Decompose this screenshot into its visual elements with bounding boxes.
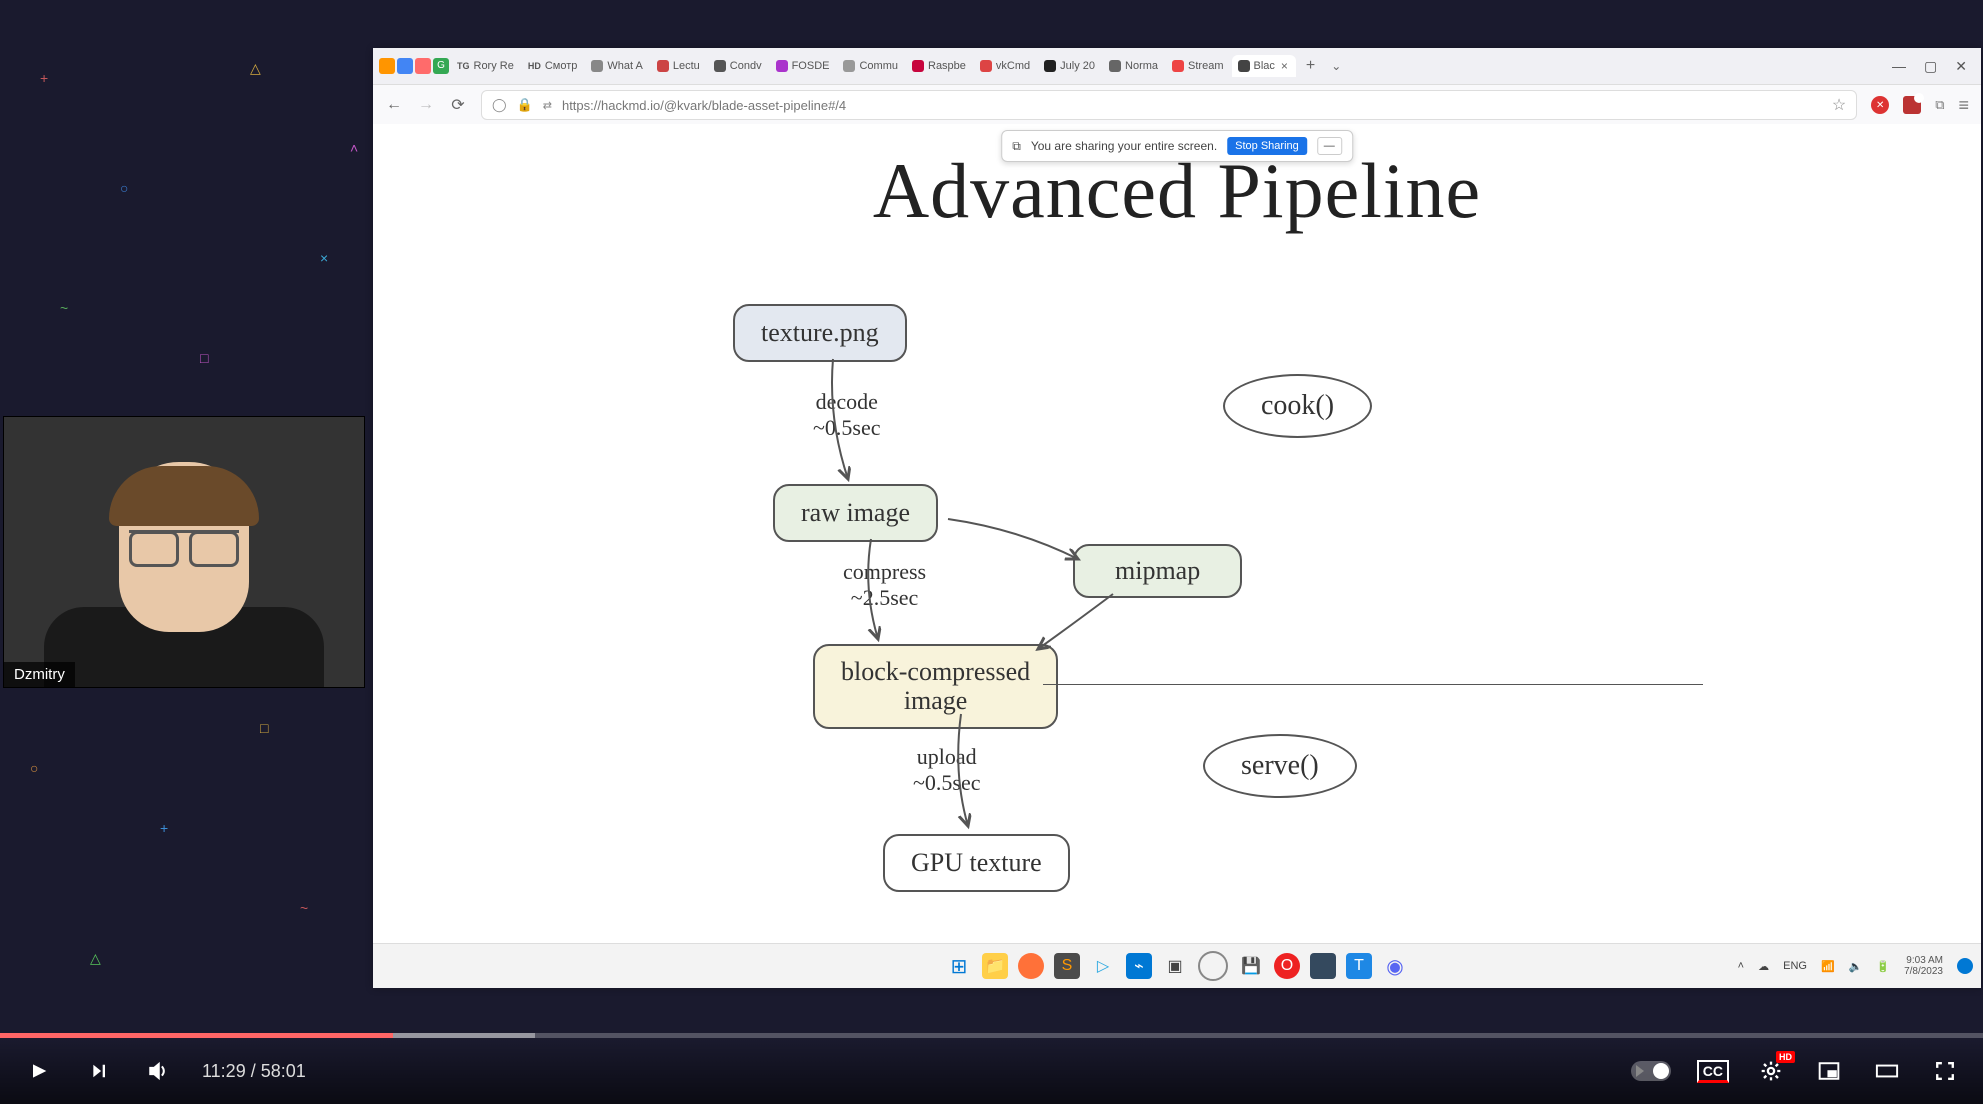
presenter-name: Dzmitry: [4, 662, 75, 687]
blocker-icon[interactable]: ✕: [1871, 96, 1889, 114]
browser-tab[interactable]: Condv: [708, 56, 768, 76]
tab-overflow-icon[interactable]: ⌄: [1325, 55, 1347, 77]
screen-share-banner: ⧉ You are sharing your entire screen. St…: [1001, 130, 1353, 162]
tray-clock[interactable]: 9:03 AM 7/8/2023: [1904, 955, 1943, 977]
minimize-window-icon[interactable]: —: [1892, 58, 1906, 75]
diagram-node-gpu: GPU texture: [883, 834, 1070, 892]
close-tab-icon[interactable]: ×: [1279, 59, 1290, 73]
tray-notification-icon[interactable]: [1957, 958, 1973, 974]
share-screen-icon: ⧉: [1012, 139, 1021, 154]
video-time: 11:29 / 58:01: [202, 1061, 306, 1082]
start-icon[interactable]: ⊞: [946, 953, 972, 979]
tray-chevron-icon[interactable]: ˄: [1738, 960, 1744, 972]
minimize-share-button[interactable]: —: [1317, 137, 1342, 155]
url-text: https://hackmd.io/@kvark/blade-asset-pip…: [562, 98, 1822, 113]
settings-button[interactable]: HD: [1755, 1055, 1787, 1087]
firefox-taskbar-icon[interactable]: [1018, 953, 1044, 979]
theater-button[interactable]: [1871, 1055, 1903, 1087]
browser-tab-strip: G TGRory Re HDСмотр What A Lectu Condv F…: [373, 48, 1981, 85]
diagram-node-cook: cook(): [1223, 374, 1372, 438]
hd-badge: HD: [1776, 1051, 1795, 1063]
autoplay-toggle[interactable]: [1631, 1061, 1671, 1081]
arrow-icon: [823, 359, 863, 489]
browser-toolbar: ← → ⟳ ◯ 🔒 ⇄ https://hackmd.io/@kvark/bla…: [373, 85, 1981, 126]
shared-screen: G TGRory Re HDСмотр What A Lectu Condv F…: [373, 48, 1981, 988]
shield-icon[interactable]: ◯: [492, 97, 507, 113]
browser-tab[interactable]: HDСмотр: [522, 56, 584, 76]
tray-cloud-icon[interactable]: ☁: [1758, 960, 1769, 973]
share-text: You are sharing your entire screen.: [1031, 139, 1217, 153]
new-tab-button[interactable]: +: [1298, 53, 1323, 79]
firefox-icon: [379, 58, 395, 74]
miniplayer-button[interactable]: [1813, 1055, 1845, 1087]
browser-tab[interactable]: Lectu: [651, 56, 706, 76]
windows-taskbar: ⊞ 📁 S ▷ ⌁ ▣ 💾 O T ◉ ˄ ☁ ENG 📶 🔈 🔋: [373, 943, 1981, 988]
tray-lang[interactable]: ENG: [1783, 960, 1807, 972]
close-window-icon[interactable]: ✕: [1955, 58, 1967, 75]
volume-button[interactable]: [142, 1055, 174, 1087]
explorer-icon[interactable]: 📁: [982, 953, 1008, 979]
tray-wifi-icon[interactable]: 📶: [1821, 960, 1835, 973]
video-controls: 11:29 / 58:01 CC HD: [0, 1038, 1983, 1104]
browser-tab[interactable]: FOSDE: [770, 56, 836, 76]
permissions-icon[interactable]: ⇄: [543, 99, 552, 112]
bookmark-star-icon[interactable]: ☆: [1832, 95, 1846, 115]
fullscreen-button[interactable]: [1929, 1055, 1961, 1087]
browser-tab[interactable]: What A: [585, 56, 648, 76]
ublock-icon[interactable]: [1903, 96, 1921, 114]
reload-icon[interactable]: ⟳: [449, 95, 467, 115]
extensions-icon[interactable]: ⧉: [1935, 97, 1944, 113]
stop-sharing-button[interactable]: Stop Sharing: [1227, 137, 1307, 155]
browser-tab[interactable]: July 20: [1038, 56, 1101, 76]
next-button[interactable]: [82, 1055, 114, 1087]
diagram-separator: [1043, 684, 1703, 685]
arrow-icon: [953, 714, 993, 834]
app-icon[interactable]: T: [1346, 953, 1372, 979]
back-icon[interactable]: ←: [385, 96, 403, 114]
diagram-node-serve: serve(): [1203, 734, 1357, 798]
browser-tab[interactable]: vkCmd: [974, 56, 1036, 76]
play-icon[interactable]: ▷: [1090, 953, 1116, 979]
presentation-slide: Advanced Pipeline texture.png raw image …: [373, 124, 1981, 988]
play-button[interactable]: [22, 1055, 54, 1087]
maximize-window-icon[interactable]: ▢: [1924, 58, 1937, 75]
sublime-icon[interactable]: S: [1054, 953, 1080, 979]
pipeline-diagram: texture.png raw image mipmap block-compr…: [703, 294, 1703, 954]
terminal-icon[interactable]: ▣: [1162, 953, 1188, 979]
discord-icon[interactable]: ◉: [1382, 953, 1408, 979]
app-icon[interactable]: [1310, 953, 1336, 979]
chrome-icon[interactable]: [1198, 951, 1228, 981]
opera-icon[interactable]: O: [1274, 953, 1300, 979]
forward-icon[interactable]: →: [417, 96, 435, 114]
app-icon: G: [433, 58, 449, 74]
captions-button[interactable]: CC: [1697, 1060, 1729, 1083]
app-icon: [415, 58, 431, 74]
arrow-icon: [1033, 594, 1133, 664]
lock-icon[interactable]: 🔒: [517, 97, 533, 113]
browser-tab[interactable]: Stream: [1166, 56, 1229, 76]
save-icon[interactable]: 💾: [1238, 953, 1264, 979]
app-icon: [397, 58, 413, 74]
browser-tab[interactable]: TGRory Re: [451, 56, 520, 76]
url-field[interactable]: ◯ 🔒 ⇄ https://hackmd.io/@kvark/blade-ass…: [481, 90, 1857, 120]
arrow-icon: [948, 519, 1088, 579]
presenter-webcam: Dzmitry: [3, 416, 365, 688]
diagram-node-raw: raw image: [773, 484, 938, 542]
diagram-node-bc: block-compressedimage: [813, 644, 1058, 729]
arrow-icon: [863, 539, 903, 649]
browser-tab[interactable]: Commu: [837, 56, 904, 76]
diagram-node-mipmap: mipmap: [1073, 544, 1242, 598]
tray-volume-icon[interactable]: 🔈: [1849, 960, 1863, 973]
vscode-icon[interactable]: ⌁: [1126, 953, 1152, 979]
tray-battery-icon[interactable]: 🔋: [1876, 960, 1890, 973]
browser-tab[interactable]: Raspbe: [906, 56, 972, 76]
browser-tab[interactable]: Norma: [1103, 56, 1164, 76]
diagram-node-texture: texture.png: [733, 304, 907, 362]
browser-tab-active[interactable]: Blac×: [1232, 55, 1296, 77]
menu-icon[interactable]: ≡: [1958, 95, 1969, 116]
